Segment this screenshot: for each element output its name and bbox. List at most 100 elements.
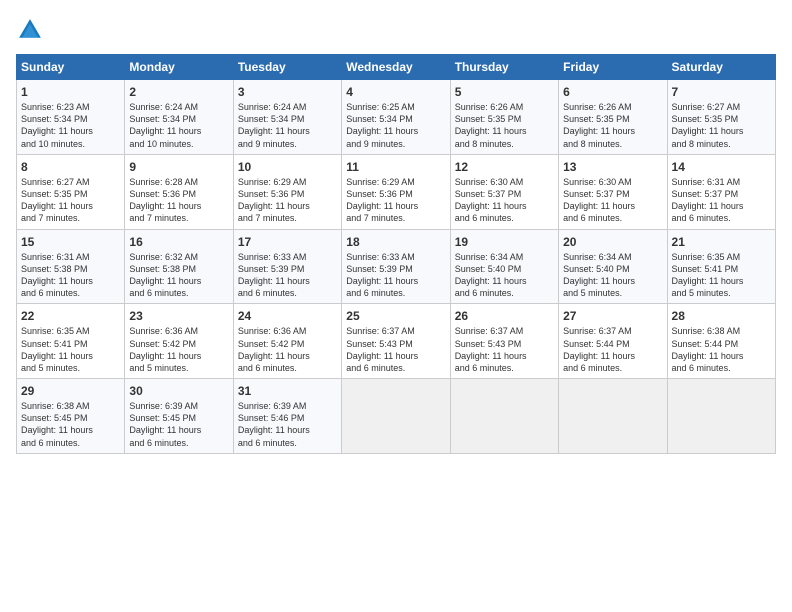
- day-number: 17: [238, 234, 337, 250]
- day-number: 5: [455, 84, 554, 100]
- day-number: 27: [563, 308, 662, 324]
- day-number: 8: [21, 159, 120, 175]
- calendar-cell: 27Sunrise: 6:37 AM Sunset: 5:44 PM Dayli…: [559, 304, 667, 379]
- day-number: 21: [672, 234, 771, 250]
- calendar-cell: 18Sunrise: 6:33 AM Sunset: 5:39 PM Dayli…: [342, 229, 450, 304]
- calendar-cell: 16Sunrise: 6:32 AM Sunset: 5:38 PM Dayli…: [125, 229, 233, 304]
- day-number: 12: [455, 159, 554, 175]
- calendar-cell: 12Sunrise: 6:30 AM Sunset: 5:37 PM Dayli…: [450, 154, 558, 229]
- col-header-wednesday: Wednesday: [342, 55, 450, 80]
- calendar-cell: 4Sunrise: 6:25 AM Sunset: 5:34 PM Daylig…: [342, 80, 450, 155]
- calendar-cell: 10Sunrise: 6:29 AM Sunset: 5:36 PM Dayli…: [233, 154, 341, 229]
- calendar-cell: [450, 379, 558, 454]
- calendar-header-row: SundayMondayTuesdayWednesdayThursdayFrid…: [17, 55, 776, 80]
- day-info: Sunrise: 6:27 AM Sunset: 5:35 PM Dayligh…: [672, 101, 771, 150]
- day-number: 25: [346, 308, 445, 324]
- calendar-cell: 25Sunrise: 6:37 AM Sunset: 5:43 PM Dayli…: [342, 304, 450, 379]
- day-number: 3: [238, 84, 337, 100]
- day-info: Sunrise: 6:36 AM Sunset: 5:42 PM Dayligh…: [238, 325, 337, 374]
- calendar-cell: [667, 379, 775, 454]
- day-number: 28: [672, 308, 771, 324]
- calendar-cell: 19Sunrise: 6:34 AM Sunset: 5:40 PM Dayli…: [450, 229, 558, 304]
- day-number: 10: [238, 159, 337, 175]
- day-info: Sunrise: 6:31 AM Sunset: 5:38 PM Dayligh…: [21, 251, 120, 300]
- day-info: Sunrise: 6:38 AM Sunset: 5:45 PM Dayligh…: [21, 400, 120, 449]
- day-info: Sunrise: 6:30 AM Sunset: 5:37 PM Dayligh…: [455, 176, 554, 225]
- calendar-cell: 5Sunrise: 6:26 AM Sunset: 5:35 PM Daylig…: [450, 80, 558, 155]
- day-info: Sunrise: 6:33 AM Sunset: 5:39 PM Dayligh…: [238, 251, 337, 300]
- day-number: 18: [346, 234, 445, 250]
- calendar-cell: 17Sunrise: 6:33 AM Sunset: 5:39 PM Dayli…: [233, 229, 341, 304]
- day-number: 29: [21, 383, 120, 399]
- day-info: Sunrise: 6:25 AM Sunset: 5:34 PM Dayligh…: [346, 101, 445, 150]
- week-row-4: 22Sunrise: 6:35 AM Sunset: 5:41 PM Dayli…: [17, 304, 776, 379]
- day-number: 15: [21, 234, 120, 250]
- day-info: Sunrise: 6:23 AM Sunset: 5:34 PM Dayligh…: [21, 101, 120, 150]
- day-number: 16: [129, 234, 228, 250]
- day-number: 22: [21, 308, 120, 324]
- calendar-cell: 29Sunrise: 6:38 AM Sunset: 5:45 PM Dayli…: [17, 379, 125, 454]
- week-row-1: 1Sunrise: 6:23 AM Sunset: 5:34 PM Daylig…: [17, 80, 776, 155]
- calendar-cell: 24Sunrise: 6:36 AM Sunset: 5:42 PM Dayli…: [233, 304, 341, 379]
- calendar-cell: 13Sunrise: 6:30 AM Sunset: 5:37 PM Dayli…: [559, 154, 667, 229]
- week-row-5: 29Sunrise: 6:38 AM Sunset: 5:45 PM Dayli…: [17, 379, 776, 454]
- day-number: 2: [129, 84, 228, 100]
- day-info: Sunrise: 6:26 AM Sunset: 5:35 PM Dayligh…: [455, 101, 554, 150]
- calendar-cell: 15Sunrise: 6:31 AM Sunset: 5:38 PM Dayli…: [17, 229, 125, 304]
- day-number: 14: [672, 159, 771, 175]
- day-info: Sunrise: 6:38 AM Sunset: 5:44 PM Dayligh…: [672, 325, 771, 374]
- day-number: 20: [563, 234, 662, 250]
- day-number: 7: [672, 84, 771, 100]
- calendar-cell: 11Sunrise: 6:29 AM Sunset: 5:36 PM Dayli…: [342, 154, 450, 229]
- calendar-cell: 20Sunrise: 6:34 AM Sunset: 5:40 PM Dayli…: [559, 229, 667, 304]
- logo-icon: [16, 16, 44, 44]
- day-number: 31: [238, 383, 337, 399]
- calendar-cell: 3Sunrise: 6:24 AM Sunset: 5:34 PM Daylig…: [233, 80, 341, 155]
- col-header-friday: Friday: [559, 55, 667, 80]
- calendar-cell: 26Sunrise: 6:37 AM Sunset: 5:43 PM Dayli…: [450, 304, 558, 379]
- col-header-tuesday: Tuesday: [233, 55, 341, 80]
- calendar-cell: 28Sunrise: 6:38 AM Sunset: 5:44 PM Dayli…: [667, 304, 775, 379]
- day-info: Sunrise: 6:24 AM Sunset: 5:34 PM Dayligh…: [238, 101, 337, 150]
- day-number: 30: [129, 383, 228, 399]
- day-info: Sunrise: 6:39 AM Sunset: 5:46 PM Dayligh…: [238, 400, 337, 449]
- logo: [16, 16, 48, 44]
- day-info: Sunrise: 6:37 AM Sunset: 5:43 PM Dayligh…: [346, 325, 445, 374]
- calendar-cell: 31Sunrise: 6:39 AM Sunset: 5:46 PM Dayli…: [233, 379, 341, 454]
- calendar-cell: 21Sunrise: 6:35 AM Sunset: 5:41 PM Dayli…: [667, 229, 775, 304]
- col-header-monday: Monday: [125, 55, 233, 80]
- day-info: Sunrise: 6:35 AM Sunset: 5:41 PM Dayligh…: [672, 251, 771, 300]
- day-info: Sunrise: 6:29 AM Sunset: 5:36 PM Dayligh…: [346, 176, 445, 225]
- day-info: Sunrise: 6:37 AM Sunset: 5:43 PM Dayligh…: [455, 325, 554, 374]
- day-info: Sunrise: 6:24 AM Sunset: 5:34 PM Dayligh…: [129, 101, 228, 150]
- col-header-saturday: Saturday: [667, 55, 775, 80]
- day-number: 6: [563, 84, 662, 100]
- day-info: Sunrise: 6:32 AM Sunset: 5:38 PM Dayligh…: [129, 251, 228, 300]
- day-info: Sunrise: 6:27 AM Sunset: 5:35 PM Dayligh…: [21, 176, 120, 225]
- col-header-thursday: Thursday: [450, 55, 558, 80]
- page: SundayMondayTuesdayWednesdayThursdayFrid…: [0, 0, 792, 612]
- calendar-cell: 14Sunrise: 6:31 AM Sunset: 5:37 PM Dayli…: [667, 154, 775, 229]
- day-number: 11: [346, 159, 445, 175]
- day-info: Sunrise: 6:33 AM Sunset: 5:39 PM Dayligh…: [346, 251, 445, 300]
- day-info: Sunrise: 6:34 AM Sunset: 5:40 PM Dayligh…: [455, 251, 554, 300]
- day-info: Sunrise: 6:30 AM Sunset: 5:37 PM Dayligh…: [563, 176, 662, 225]
- calendar-cell: 8Sunrise: 6:27 AM Sunset: 5:35 PM Daylig…: [17, 154, 125, 229]
- week-row-2: 8Sunrise: 6:27 AM Sunset: 5:35 PM Daylig…: [17, 154, 776, 229]
- day-number: 19: [455, 234, 554, 250]
- week-row-3: 15Sunrise: 6:31 AM Sunset: 5:38 PM Dayli…: [17, 229, 776, 304]
- calendar-cell: 2Sunrise: 6:24 AM Sunset: 5:34 PM Daylig…: [125, 80, 233, 155]
- day-info: Sunrise: 6:37 AM Sunset: 5:44 PM Dayligh…: [563, 325, 662, 374]
- day-info: Sunrise: 6:28 AM Sunset: 5:36 PM Dayligh…: [129, 176, 228, 225]
- day-number: 23: [129, 308, 228, 324]
- calendar-cell: 30Sunrise: 6:39 AM Sunset: 5:45 PM Dayli…: [125, 379, 233, 454]
- day-info: Sunrise: 6:34 AM Sunset: 5:40 PM Dayligh…: [563, 251, 662, 300]
- calendar-cell: 9Sunrise: 6:28 AM Sunset: 5:36 PM Daylig…: [125, 154, 233, 229]
- day-number: 26: [455, 308, 554, 324]
- day-info: Sunrise: 6:26 AM Sunset: 5:35 PM Dayligh…: [563, 101, 662, 150]
- day-info: Sunrise: 6:35 AM Sunset: 5:41 PM Dayligh…: [21, 325, 120, 374]
- calendar-cell: 1Sunrise: 6:23 AM Sunset: 5:34 PM Daylig…: [17, 80, 125, 155]
- calendar-cell: 22Sunrise: 6:35 AM Sunset: 5:41 PM Dayli…: [17, 304, 125, 379]
- day-info: Sunrise: 6:29 AM Sunset: 5:36 PM Dayligh…: [238, 176, 337, 225]
- header: [16, 16, 776, 44]
